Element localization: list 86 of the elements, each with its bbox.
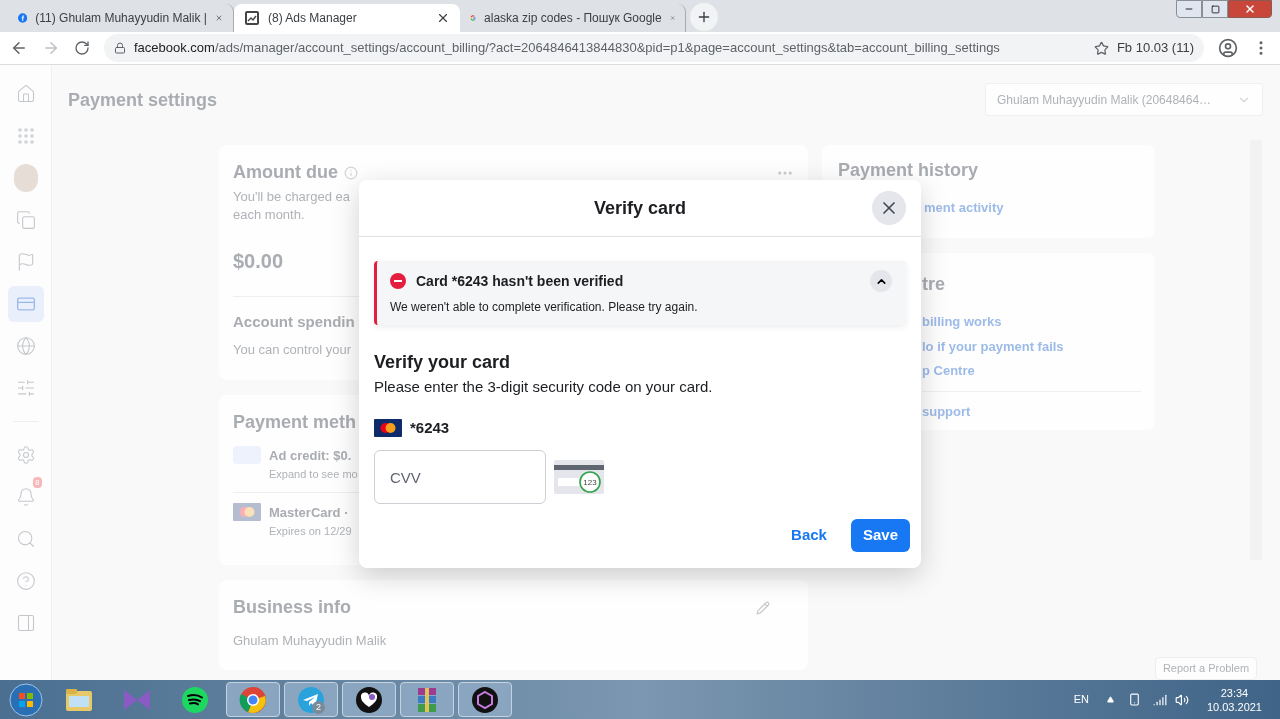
show-hidden-icon[interactable] [1106, 696, 1114, 703]
sliders-icon [15, 378, 36, 398]
collapse-button[interactable] [870, 270, 892, 292]
device-icon[interactable] [1127, 693, 1141, 706]
lock-icon [114, 42, 126, 54]
stacked-pages-icon [15, 210, 36, 230]
section-title: Account spendin [233, 312, 355, 332]
card-title: Payment history [838, 159, 979, 182]
close-button[interactable] [872, 191, 906, 225]
error-icon [390, 273, 406, 289]
account-icon[interactable] [1218, 38, 1238, 58]
dialog-title: Verify card [593, 196, 687, 220]
reload-icon[interactable] [74, 40, 90, 56]
method-title: Ad credit: $0. [269, 447, 353, 465]
heart-app-icon [355, 685, 383, 714]
maximize-icon [1210, 4, 1220, 14]
address-field[interactable]: facebook.com/ads/manager/account_settings/account_billing/?act=2064846413844830&pid=p1&page=account_settings&tab=account_billing_settings Fb 10.03 (11) [104, 34, 1204, 62]
browser-icon [239, 685, 267, 714]
card-number: *6243 [410, 417, 450, 438]
tab-title: (8) Ads Manager [268, 10, 358, 27]
windows-orb-icon [9, 682, 43, 717]
instructions: Please enter the 3-digit security code on your card. [374, 377, 714, 397]
hexagon-app-icon [471, 685, 499, 714]
url-text: facebook.com/ads/manager/account_settings/account_billing/?act=2064846413844830&pid=p1&page=account_settings&tab=account_billing_settings [134, 39, 1001, 58]
alert-message: We weren't able to complete verification. Please try again. [390, 299, 699, 316]
card-title: Business info [233, 596, 352, 619]
language-indicator[interactable]: EN [1073, 691, 1089, 708]
taskbar-app[interactable] [458, 682, 512, 717]
taskbar-app[interactable] [342, 682, 396, 717]
notification-badge: 8 [33, 477, 42, 488]
back-icon[interactable] [10, 39, 28, 57]
card-title: Payment meth [233, 411, 357, 434]
browser-tab[interactable]: alaska zip codes - Пошук Google [460, 4, 686, 32]
close-tab-icon[interactable] [436, 11, 450, 25]
settings-icon [15, 445, 36, 465]
close-window-button[interactable] [1228, 0, 1272, 18]
star-icon[interactable] [1093, 40, 1109, 56]
description: You'll be charged ea [233, 188, 350, 206]
facebook-logo-icon [18, 10, 28, 26]
globe-icon [15, 336, 36, 356]
profile-label[interactable]: Fb 10.03 (11) [1116, 38, 1194, 58]
amount-due: $0.00 [233, 249, 284, 274]
description: You can control your [233, 340, 352, 359]
edit-icon[interactable] [756, 600, 770, 615]
card-title: Amount due [233, 161, 338, 184]
account-dropdown[interactable]: Ghulam Muhayyudin Malik (20648464… [985, 83, 1263, 116]
mastercard-icon [374, 418, 402, 437]
description: each month. [233, 206, 305, 224]
back-button[interactable]: Back [779, 519, 839, 551]
business-name: Ghulam Muhayyudin Malik [233, 632, 387, 650]
volume-icon[interactable] [1174, 692, 1189, 707]
minimize-button[interactable] [1176, 0, 1202, 18]
network-icon[interactable] [1152, 692, 1167, 707]
alert-title: Card *6243 hasn't been verified [416, 271, 625, 291]
dot-grid-icon [16, 127, 35, 145]
save-button[interactable]: Save [850, 519, 910, 552]
method-subtitle: Expires on 12/29 [269, 523, 352, 539]
cvv-input-field[interactable]: CVV [374, 450, 546, 504]
tab-title: alaska zip codes - Пошук Google [484, 10, 662, 27]
help-icon [15, 571, 36, 591]
report-problem-button[interactable]: Report a Problem [1155, 657, 1257, 680]
folder-icon [64, 686, 94, 713]
mastercard-icon [233, 503, 261, 521]
home-icon [15, 84, 36, 104]
clock[interactable]: 23:34 10.03.2021 [1206, 685, 1262, 714]
section-heading: Verify your card [374, 351, 512, 374]
info-icon [344, 165, 358, 180]
new-tab-button[interactable] [690, 3, 718, 31]
method-title: MasterCard · [269, 504, 350, 522]
card-title: tre [922, 273, 946, 296]
chart-page-icon [244, 10, 260, 26]
sidebar-item[interactable] [7, 286, 44, 322]
search-icon [15, 529, 36, 549]
maximize-button[interactable] [1202, 0, 1228, 18]
method-subtitle: Expand to see mo [269, 466, 358, 482]
forward-icon[interactable] [42, 39, 60, 57]
page-title: Payment settings [68, 89, 218, 112]
close-icon [1244, 3, 1256, 15]
cvv-card-drawing: 123 [554, 460, 604, 494]
panel-icon [15, 613, 36, 633]
music-app-icon [181, 685, 209, 714]
plus-icon [696, 9, 712, 25]
bell-icon [15, 487, 36, 507]
browser-tab[interactable]: (8) Ads Manager [234, 4, 460, 32]
tab-title: (11) Ghulam Muhayyudin Malik | [35, 10, 207, 27]
taskbar-app[interactable]: 2 [284, 682, 338, 717]
